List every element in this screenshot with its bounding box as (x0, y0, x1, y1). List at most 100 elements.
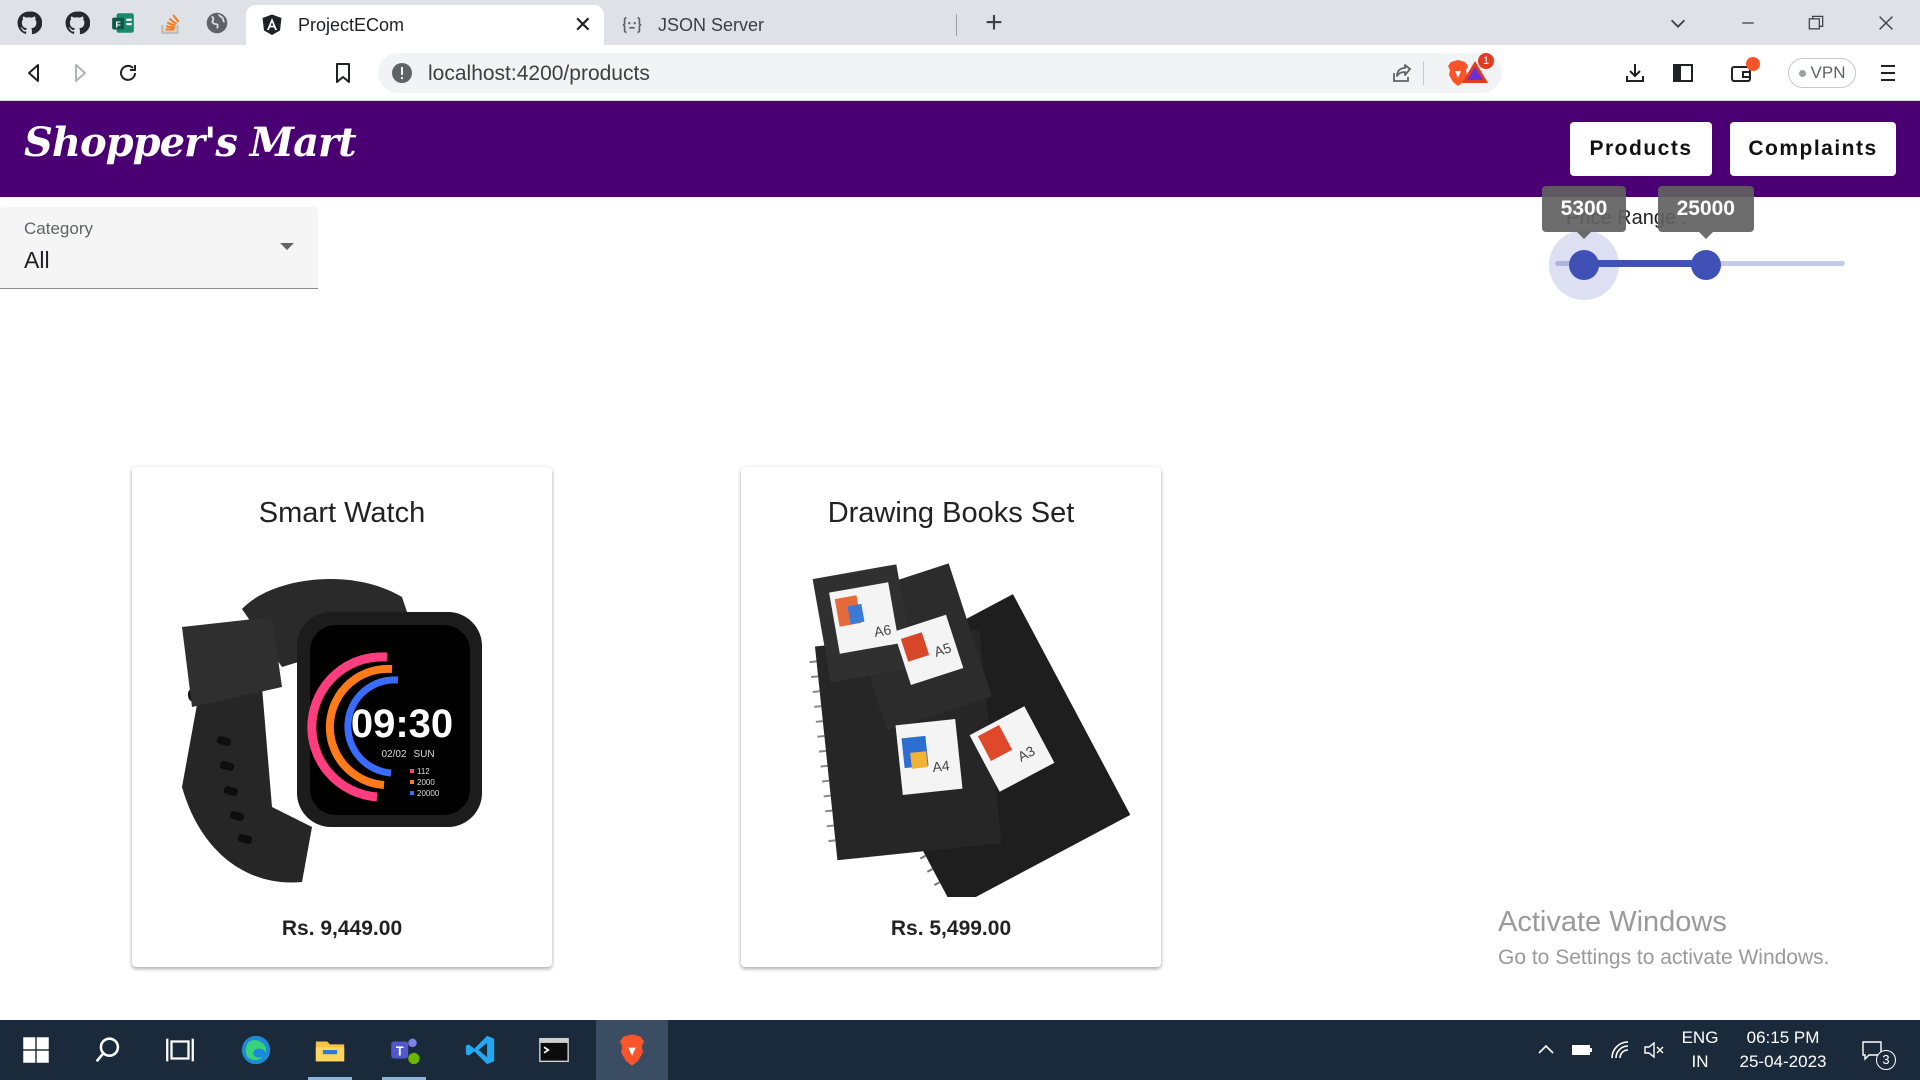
tab-separator (956, 14, 957, 36)
task-view-button[interactable] (144, 1020, 216, 1080)
share-icon[interactable] (1390, 61, 1414, 85)
product-title: Smart Watch (258, 497, 426, 529)
taskbar-terminal[interactable] (518, 1020, 590, 1080)
browser-toolbar: localhost:4200/products 1 VPN (0, 45, 1920, 101)
taskbar-clock[interactable]: 06:15 PM 25-04-2023 (1728, 1026, 1838, 1074)
github-icon (65, 11, 90, 35)
language-indicator[interactable]: ENG IN (1672, 1026, 1728, 1074)
battery-icon (1572, 1045, 1592, 1055)
volume-muted-icon (1644, 1041, 1664, 1059)
browser-menu-button[interactable] (1870, 55, 1906, 91)
vpn-label: VPN (1810, 63, 1846, 82)
svg-text:T: T (396, 1044, 404, 1059)
activate-windows-title: Activate Windows (1498, 906, 1727, 938)
search-icon (95, 1037, 120, 1063)
sidebar-icon (1673, 64, 1693, 82)
slider-min-value-bubble: 5300 (1542, 186, 1626, 239)
svg-text:F: F (115, 19, 120, 29)
clock-date: 25-04-2023 (1739, 1052, 1827, 1071)
category-select[interactable]: Category All (0, 207, 318, 289)
restore-icon (1808, 15, 1824, 29)
site-info-icon[interactable] (390, 61, 414, 85)
close-tab-icon[interactable]: ✕ (574, 12, 592, 38)
minimize-icon (1742, 21, 1754, 24)
bookmark-icon (336, 63, 350, 83)
taskbar-teams[interactable]: T (368, 1020, 440, 1080)
sidebar-toggle-button[interactable] (1665, 55, 1701, 91)
watch-date: 02/02 (381, 749, 406, 760)
dropdown-arrow-icon (280, 243, 294, 250)
minimize-button[interactable] (1718, 0, 1778, 45)
omnibox-divider (1423, 61, 1424, 85)
taskbar-brave[interactable] (596, 1020, 668, 1080)
tab-title: JSON Server (658, 14, 765, 35)
edge-icon (241, 1035, 271, 1065)
brave-browser-icon (619, 1034, 645, 1066)
pinned-tab-stackoverflow[interactable] (148, 5, 194, 41)
taskbar-search-button[interactable] (72, 1020, 144, 1080)
folder-icon (315, 1041, 345, 1062)
rewards-badge: 1 (1478, 53, 1494, 69)
hamburger-menu-icon (1881, 65, 1895, 81)
reload-icon (120, 64, 136, 81)
taskbar-vscode[interactable] (444, 1020, 516, 1080)
language-code: ENG (1681, 1028, 1719, 1047)
book-size-label: A6 (873, 621, 893, 640)
wallet-notification-dot (1746, 57, 1760, 71)
watch-stat-3: 20000 (417, 789, 440, 798)
taskbar-file-explorer[interactable] (294, 1020, 366, 1080)
sketchbooks-image: A6 A5 A4 A3 (809, 563, 1131, 897)
pinned-tab-forms[interactable]: F (100, 5, 146, 41)
reload-button[interactable] (110, 55, 146, 91)
network-indicator[interactable] (1604, 1020, 1636, 1080)
wallet-button[interactable] (1724, 55, 1760, 91)
chevron-down-icon (1670, 19, 1686, 28)
back-button[interactable] (16, 55, 52, 91)
products-nav-button[interactable]: Products (1570, 122, 1712, 176)
teams-icon: T (391, 1038, 420, 1065)
product-title: Drawing Books Set (827, 497, 1075, 529)
task-view-icon (166, 1038, 194, 1062)
battery-indicator[interactable] (1566, 1020, 1598, 1080)
downloads-button[interactable] (1617, 55, 1653, 91)
restore-button[interactable] (1786, 0, 1846, 45)
show-hidden-icons-button[interactable] (1530, 1020, 1562, 1080)
angular-icon (260, 13, 284, 37)
product-card[interactable]: Smart Watch 09:30 02/02 SUN 112 2000 200… (132, 467, 552, 967)
smartwatch-image: 09:30 02/02 SUN 112 2000 20000 (182, 579, 482, 883)
pinned-tab-github[interactable] (6, 5, 52, 41)
close-window-button[interactable] (1856, 0, 1916, 45)
github-icon (17, 11, 42, 35)
vpn-button[interactable]: VPN (1788, 58, 1856, 88)
slider-min-thumb[interactable] (1569, 250, 1599, 280)
product-card[interactable]: Drawing Books Set A6 A5 A4 A3 Rs. 5,499.… (741, 467, 1161, 967)
brand-logo[interactable]: Shopper's Mart (24, 119, 357, 166)
taskbar-edge[interactable] (220, 1020, 292, 1080)
tab-projectecom[interactable]: ProjectECom ✕ (246, 5, 604, 45)
book-size-label: A4 (932, 757, 951, 775)
pinned-tab-globe[interactable] (194, 5, 240, 41)
forward-button[interactable] (62, 55, 98, 91)
bookmark-button[interactable] (325, 55, 361, 91)
brave-rewards-button[interactable]: 1 (1458, 53, 1494, 89)
watch-day: SUN (413, 749, 434, 760)
tab-json-server[interactable]: JSON Server (606, 5, 956, 45)
pinned-tab-github-2[interactable] (54, 5, 100, 41)
price-range-slider[interactable] (1549, 230, 1845, 300)
new-tab-button[interactable]: + (978, 8, 1010, 40)
tab-search-button[interactable] (1648, 0, 1708, 45)
stackoverflow-icon (161, 14, 180, 34)
url-text: localhost:4200/products (428, 62, 650, 85)
volume-indicator[interactable] (1638, 1020, 1670, 1080)
start-button[interactable] (0, 1020, 72, 1080)
watch-stat-1: 112 (417, 767, 430, 776)
notification-center-button[interactable]: 3 (1852, 1020, 1896, 1080)
slider-max-thumb[interactable] (1690, 250, 1721, 280)
wifi-icon (1611, 1041, 1629, 1059)
back-arrow-icon (28, 64, 39, 82)
address-bar[interactable]: localhost:4200/products (378, 53, 1502, 93)
complaints-nav-button[interactable]: Complaints (1730, 122, 1896, 176)
windows-logo-icon (23, 1037, 49, 1063)
app-header: Shopper's Mart Products Complaints (0, 101, 1920, 197)
vscode-icon (465, 1035, 495, 1065)
